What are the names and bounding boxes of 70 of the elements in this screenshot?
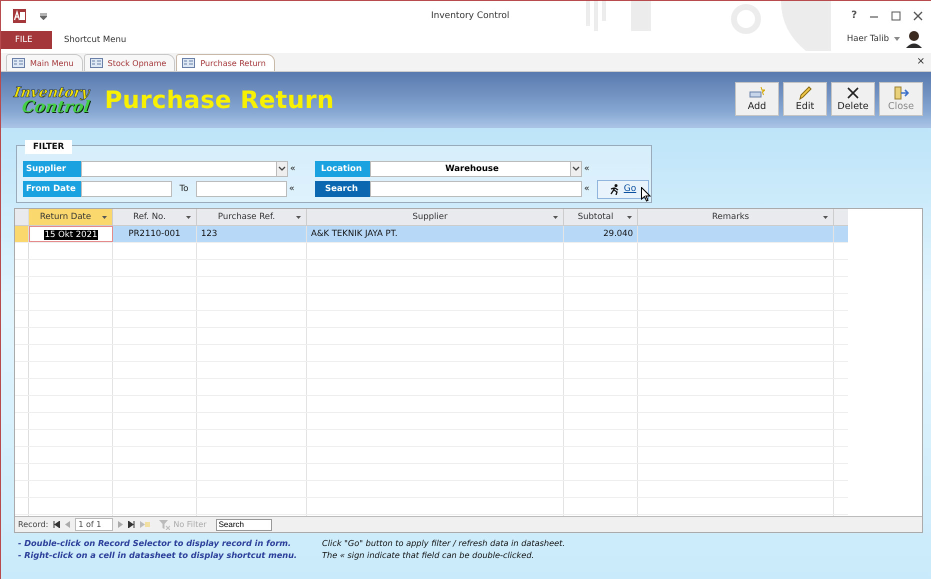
dropdown-arrow-icon[interactable] <box>553 216 558 219</box>
table-cell: 29.040 <box>564 226 638 242</box>
column-header[interactable]: Supplier <box>307 209 564 225</box>
field-label: To <box>178 184 190 194</box>
field-label: Location <box>315 161 370 177</box>
filter-title: FILTER <box>25 140 72 154</box>
column-header[interactable]: Purchase Ref. <box>197 209 307 225</box>
last-record-icon[interactable] <box>128 521 136 528</box>
logo: Inventory Control <box>12 86 92 114</box>
table-cell: 123 <box>197 226 307 242</box>
window-title: Inventory Control <box>431 11 510 21</box>
column-header[interactable]: Return Date <box>29 209 113 225</box>
first-record-icon[interactable] <box>53 521 60 528</box>
location-combo[interactable]: Warehouse <box>370 161 582 177</box>
quick-access-icon[interactable] <box>40 12 47 20</box>
hint-text: The « sign indicate that field can be double-clicked. <box>322 550 536 560</box>
double-click-sign: « <box>583 184 591 194</box>
double-click-sign: « <box>289 164 297 174</box>
form-icon <box>182 58 196 68</box>
mouse-cursor-icon <box>641 186 651 202</box>
user-name[interactable]: Haer Talib <box>846 34 889 44</box>
form-icon <box>90 58 103 68</box>
hint-text: - Double-click on Record Selector to display record in form. <box>18 538 292 548</box>
dropdown-arrow-icon[interactable] <box>186 216 191 219</box>
maximize-icon[interactable] <box>891 10 901 20</box>
form-icon <box>12 58 25 68</box>
document-tab[interactable]: Stock Opname <box>84 54 176 71</box>
pencil-icon <box>797 86 813 100</box>
record-label: Record: <box>18 520 48 529</box>
table-cell: A&K TEKNIK JAYA PT. <box>307 226 564 242</box>
new-record-icon <box>749 86 765 100</box>
dropdown-arrow-icon[interactable] <box>627 216 632 219</box>
document-tab[interactable]: Main Menu <box>6 54 83 71</box>
help-button[interactable]: ? <box>851 10 857 21</box>
menu-item[interactable]: Shortcut Menu <box>64 35 126 45</box>
record-position-field[interactable]: 1 of 1 <box>75 518 114 531</box>
field-label: Search <box>315 181 370 197</box>
column-header[interactable]: Subtotal <box>564 209 638 225</box>
search-field[interactable] <box>370 181 582 197</box>
caret-icon[interactable] <box>894 37 900 41</box>
table-cell: 15 Okt 2021 <box>29 226 113 242</box>
column-header[interactable]: Ref. No. <box>113 209 197 225</box>
from-date-field[interactable] <box>81 181 172 197</box>
dropdown-arrow-icon[interactable] <box>102 216 107 219</box>
go-button[interactable]: Go <box>597 180 649 198</box>
exit-door-icon <box>893 86 909 100</box>
running-figure-icon <box>610 184 620 194</box>
close-icon[interactable] <box>913 10 923 20</box>
field-label: From Date <box>23 181 81 197</box>
column-header[interactable]: Remarks <box>638 209 834 225</box>
to-date-field[interactable] <box>196 181 287 197</box>
field-label: Supplier <box>23 161 81 177</box>
file-tab[interactable]: FILE <box>1 31 52 49</box>
double-click-sign: « <box>583 164 591 174</box>
cross-icon <box>845 86 861 100</box>
dropdown-arrow-icon[interactable] <box>296 216 301 219</box>
hint-text: - Right-click on a cell in datasheet to display shortcut menu. <box>18 550 298 560</box>
document-tab[interactable]: Purchase Return <box>176 54 275 71</box>
toolbar-button[interactable]: Edit <box>783 82 827 116</box>
close-tab-button[interactable]: × <box>916 56 925 67</box>
double-click-sign: « <box>288 184 296 194</box>
app-logo-icon <box>13 9 26 23</box>
avatar-icon[interactable] <box>905 30 923 48</box>
form-title: Purchase Return <box>104 86 334 114</box>
toolbar-button[interactable]: Add <box>735 82 779 116</box>
dropdown-arrow-icon[interactable] <box>823 216 828 219</box>
search-box[interactable]: Search <box>216 518 272 530</box>
toolbar-button[interactable]: Delete <box>831 82 875 116</box>
table-cell: PR2110-001 <box>113 226 197 242</box>
hint-text: Click "Go" button to apply filter / refresh data in datasheet. <box>322 538 565 548</box>
